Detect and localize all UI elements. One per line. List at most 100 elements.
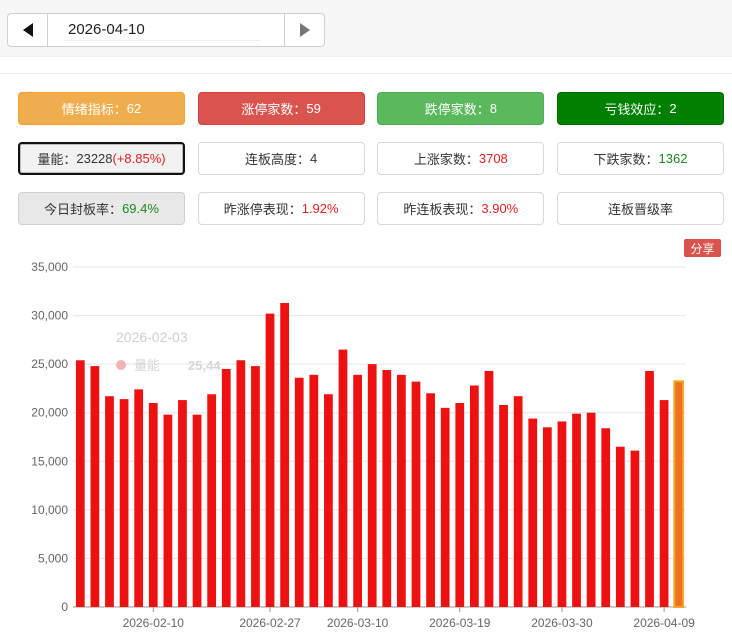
x-tick-label: 2026-03-19 xyxy=(429,616,491,630)
caret-right-icon xyxy=(299,23,310,37)
date-navigator: 2026-04-10 xyxy=(7,13,325,47)
limit-down-label: 跌停家数： xyxy=(424,102,490,117)
prev-date-button[interactable] xyxy=(8,14,48,46)
chart-bar[interactable] xyxy=(484,370,494,607)
chart-bar[interactable] xyxy=(382,369,392,607)
divider xyxy=(0,73,732,74)
chart-bar[interactable] xyxy=(645,370,654,607)
limit-down-card[interactable]: 跌停家数： 8 xyxy=(377,92,545,125)
date-value: 2026-04-10 xyxy=(64,19,260,41)
limit-up-card[interactable]: 涨停家数： 59 xyxy=(197,92,365,125)
chart-bars[interactable] xyxy=(75,302,685,608)
limit-up-label: 涨停家数： xyxy=(241,102,307,117)
chart-bar[interactable] xyxy=(426,393,435,607)
chart-bar[interactable] xyxy=(338,349,348,607)
y-tick-label: 20,000 xyxy=(31,406,68,420)
chart-bar[interactable] xyxy=(469,385,479,607)
chart-bar[interactable] xyxy=(557,421,567,607)
sentiment-label: 情绪指标： xyxy=(61,102,127,117)
tooltip-date: 2026-02-03 xyxy=(116,329,188,345)
chart-bar[interactable] xyxy=(280,302,290,607)
chart-bar[interactable] xyxy=(367,364,377,607)
caret-left-icon xyxy=(22,23,33,37)
x-tick-label: 2026-04-09 xyxy=(633,616,695,630)
loss-effect-label: 亏钱效应： xyxy=(604,102,670,117)
rise-count-value: 3708 xyxy=(478,151,508,166)
top-bar: 2026-04-10 xyxy=(0,0,732,57)
prev-limit-perf-value: 1.92% xyxy=(301,201,339,216)
chart-bar[interactable] xyxy=(75,360,85,607)
chart-bar[interactable] xyxy=(499,404,508,607)
chart-bar[interactable] xyxy=(163,414,173,607)
chart-bar[interactable] xyxy=(221,369,231,607)
chart-bar[interactable] xyxy=(105,396,114,607)
board-height-value: 4 xyxy=(310,151,318,166)
volume-label: 量能： xyxy=(37,152,77,167)
x-tick-label: 2026-02-27 xyxy=(239,616,301,630)
chart-bar[interactable] xyxy=(353,374,362,607)
chart-bar[interactable] xyxy=(411,381,421,607)
volume-value: 23228 xyxy=(76,151,113,166)
chart-bar[interactable] xyxy=(601,428,611,607)
chart-tooltip: 2026-02-03 量能 25,44 xyxy=(116,329,221,373)
tooltip-series-dot xyxy=(116,360,126,370)
volume-change: (+8.85%) xyxy=(112,151,166,166)
tooltip-value: 25,44 xyxy=(188,358,221,373)
board-height-label: 连板高度： xyxy=(245,152,311,167)
chart-bar[interactable] xyxy=(586,412,596,607)
chart-bar[interactable] xyxy=(207,394,217,607)
chart-bar[interactable] xyxy=(455,403,465,607)
prev-limit-perf-card[interactable]: 昨涨停表现： 1.92% xyxy=(197,192,365,225)
y-tick-label: 10,000 xyxy=(31,503,68,517)
chart-bar[interactable] xyxy=(615,446,625,607)
chart-bar[interactable] xyxy=(294,377,304,607)
chart-bar[interactable] xyxy=(542,427,552,607)
chart-bar-highlighted[interactable] xyxy=(673,380,685,608)
sentiment-card[interactable]: 情绪指标： 62 xyxy=(18,92,185,125)
x-tick-label: 2026-03-10 xyxy=(327,616,389,630)
y-tick-label: 30,000 xyxy=(31,309,68,323)
seal-rate-value: 69.4% xyxy=(122,201,159,216)
chart-bar[interactable] xyxy=(134,389,144,607)
volume-card[interactable]: 量能： 23228 (+8.85%) xyxy=(18,142,185,175)
date-field[interactable]: 2026-04-10 xyxy=(48,14,284,46)
volume-bar-chart: 0 5,000 10,000 15,000 20,000 25,000 30,000 35,0… xyxy=(31,260,695,630)
next-date-button[interactable] xyxy=(284,14,324,46)
loss-effect-value: 2 xyxy=(669,101,677,116)
chart-bar[interactable] xyxy=(572,413,581,607)
loss-effect-card[interactable]: 亏钱效应： 2 xyxy=(556,92,724,125)
rise-count-card[interactable]: 上涨家数： 3708 xyxy=(377,142,545,175)
chart-bar[interactable] xyxy=(178,400,187,607)
chart-bar[interactable] xyxy=(251,366,260,607)
prev-board-perf-label: 昨连板表现： xyxy=(403,202,482,217)
chart-bar[interactable] xyxy=(397,374,406,607)
board-height-card[interactable]: 连板高度： 4 xyxy=(197,142,365,175)
chart-bar[interactable] xyxy=(440,407,450,607)
prev-board-perf-card[interactable]: 昨连板表现： 3.90% xyxy=(377,192,545,225)
chart-bar[interactable] xyxy=(513,396,523,607)
chart-bar[interactable] xyxy=(119,399,129,607)
chart-bar[interactable] xyxy=(630,450,640,607)
seal-rate-card[interactable]: 今日封板率： 69.4% xyxy=(18,192,185,225)
promotion-rate-label: 连板晋级率 xyxy=(607,202,673,217)
chart-bar[interactable] xyxy=(659,400,669,607)
chart-bar[interactable] xyxy=(90,366,100,607)
promotion-rate-card[interactable]: 连板晋级率 xyxy=(556,192,724,225)
chart-bar[interactable] xyxy=(236,360,246,607)
x-tick-label: 2026-03-30 xyxy=(531,616,593,630)
fall-count-card[interactable]: 下跌家数： 1362 xyxy=(556,142,724,175)
rise-count-label: 上涨家数： xyxy=(413,152,479,167)
y-tick-label: 25,000 xyxy=(31,357,68,371)
chart-bar[interactable] xyxy=(309,374,319,607)
chart-bar[interactable] xyxy=(528,418,538,607)
chart-bar[interactable] xyxy=(265,313,275,607)
stats-grid: 情绪指标： 62 涨停家数： 59 跌停家数： 8 亏钱效应： 2 量能： 23… xyxy=(18,92,724,242)
sentiment-value: 62 xyxy=(126,101,142,116)
y-tick-label: 5,000 xyxy=(38,551,68,565)
fall-count-value: 1362 xyxy=(658,151,688,166)
chart-bar[interactable] xyxy=(324,394,333,607)
chart-bar[interactable] xyxy=(148,403,158,607)
prev-limit-perf-label: 昨涨停表现： xyxy=(223,202,302,217)
limit-down-value: 8 xyxy=(489,101,497,116)
chart-bar[interactable] xyxy=(192,414,202,607)
